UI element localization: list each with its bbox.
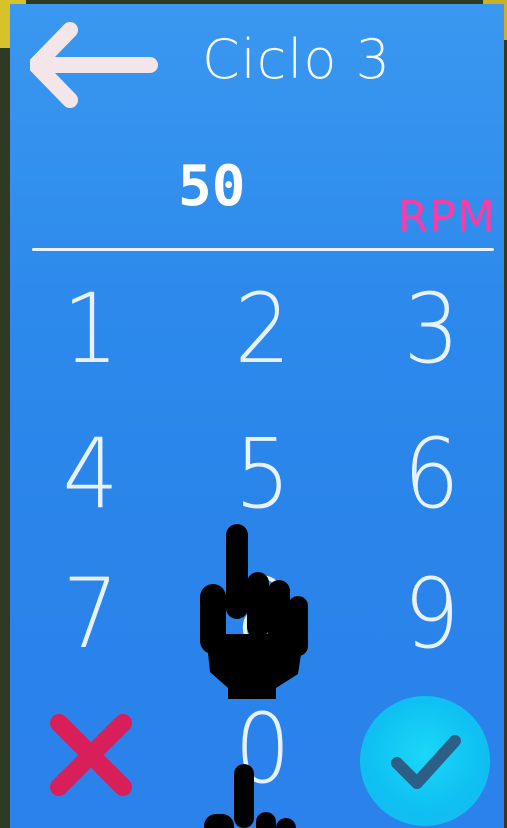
check-icon (391, 735, 461, 789)
key-8[interactable]: 8 (208, 558, 318, 670)
cancel-button[interactable] (45, 709, 137, 801)
confirm-button[interactable] (360, 696, 490, 826)
key-4[interactable]: 4 (36, 418, 146, 530)
value-display: 50 (178, 154, 246, 219)
page-title: Ciclo 3 (202, 28, 391, 91)
key-7[interactable]: 7 (36, 558, 146, 670)
touch-screen: Ciclo 3 50 RPM 1 2 3 4 5 6 7 8 9 0 (10, 4, 504, 828)
key-label: 8 (234, 558, 292, 670)
key-label: 1 (62, 273, 120, 385)
key-1[interactable]: 1 (36, 273, 146, 385)
key-6[interactable]: 6 (377, 418, 487, 530)
input-underline (32, 248, 494, 251)
arrow-left-icon (28, 22, 158, 108)
key-label: 3 (403, 273, 461, 385)
key-label: 2 (234, 273, 292, 385)
key-3[interactable]: 3 (377, 273, 487, 385)
key-9[interactable]: 9 (377, 558, 487, 670)
key-5[interactable]: 5 (208, 418, 318, 530)
x-icon (50, 714, 132, 796)
key-label: 5 (234, 418, 292, 530)
key-2[interactable]: 2 (208, 273, 318, 385)
key-label: 9 (403, 558, 461, 670)
key-label: 0 (234, 693, 292, 805)
top-bar: Ciclo 3 (10, 4, 504, 124)
unit-label: RPM (397, 192, 496, 243)
key-label: 6 (403, 418, 461, 530)
key-0[interactable]: 0 (208, 693, 318, 805)
back-button[interactable] (28, 22, 160, 108)
key-label: 7 (62, 558, 120, 670)
key-label: 4 (62, 418, 120, 530)
